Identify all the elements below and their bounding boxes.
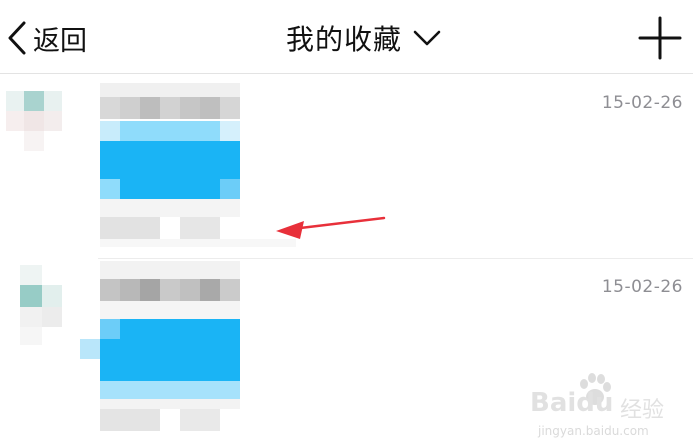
page-title: 我的收藏 — [286, 23, 403, 56]
chevron-left-icon — [8, 21, 26, 55]
back-button[interactable]: 返回 — [6, 20, 87, 57]
watermark-cn: 经验 — [620, 398, 665, 423]
plus-icon[interactable] — [638, 16, 682, 60]
nav-bar: 返回 我的收藏 — [0, 0, 693, 74]
watermark-url: jingyan.baidu.com — [538, 424, 649, 438]
title-dropdown[interactable]: 我的收藏 — [286, 20, 442, 56]
avatar — [6, 265, 64, 351]
item-date: 15-02-26 — [601, 93, 683, 113]
back-label: 返回 — [33, 25, 87, 57]
baidu-watermark: Baidu 经验 jingyan.baidu.com — [530, 372, 690, 442]
list-item[interactable]: 15-02-26 — [0, 75, 693, 259]
avatar — [6, 81, 64, 167]
chevron-down-icon — [413, 30, 441, 46]
item-date: 15-02-26 — [601, 277, 683, 297]
annotation-arrow-icon — [276, 216, 386, 239]
watermark-brand: Baidu — [530, 388, 614, 418]
